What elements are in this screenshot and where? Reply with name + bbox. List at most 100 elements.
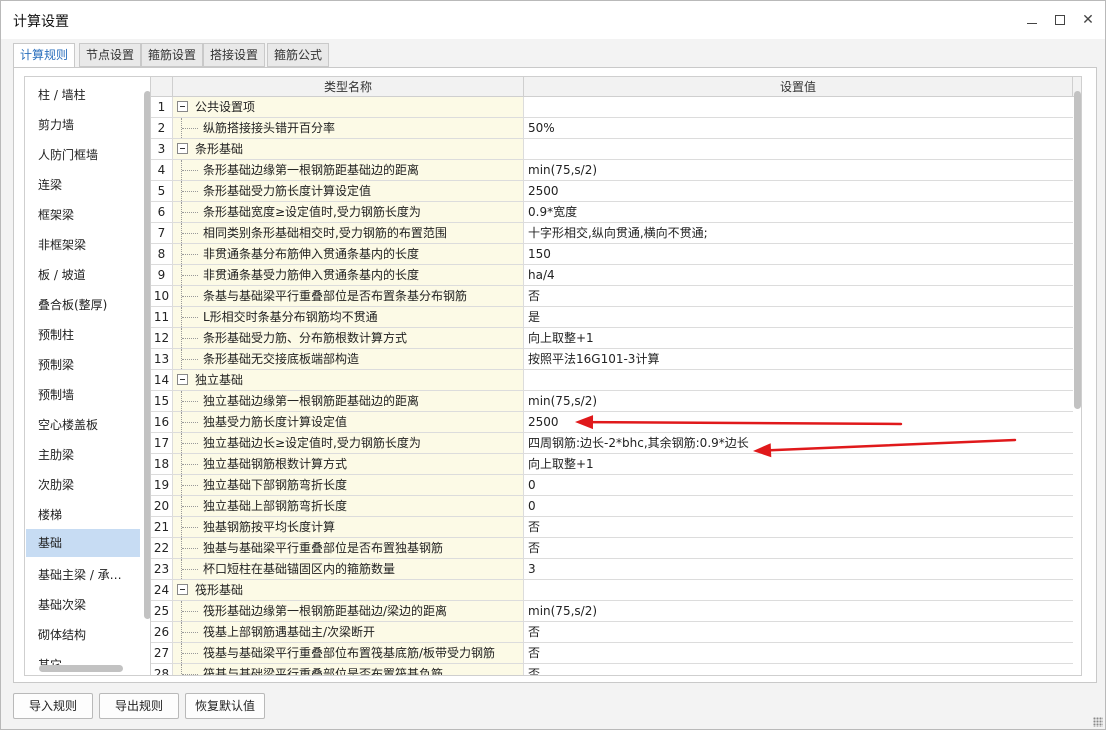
list-item[interactable]: 柱 / 墙柱	[26, 81, 140, 109]
list-item[interactable]: 板 / 坡道	[26, 261, 140, 289]
table-row[interactable]: 11 L形相交时条基分布钢筋均不贯通 是	[151, 307, 1073, 328]
row-setting-value[interactable]	[524, 139, 1073, 159]
row-setting-value[interactable]: 2500	[524, 412, 1073, 432]
row-setting-value[interactable]: 0	[524, 496, 1073, 516]
list-item[interactable]: 人防门框墙	[26, 141, 140, 169]
row-setting-value[interactable]	[524, 580, 1073, 600]
table-row[interactable]: 27 筏基与基础梁平行重叠部位布置筏基底筋/板带受力钢筋 否	[151, 643, 1073, 664]
list-item[interactable]: 基础主梁 / 承…	[26, 561, 140, 589]
row-setting-value[interactable]: 2500	[524, 181, 1073, 201]
table-row[interactable]: 15 独立基础边缘第一根钢筋距基础边的距离 min(75,s/2)	[151, 391, 1073, 412]
list-item[interactable]: 预制柱	[26, 321, 140, 349]
list-item[interactable]: 剪力墙	[26, 111, 140, 139]
row-setting-value[interactable]: 四周钢筋:边长-2*bhc,其余钢筋:0.9*边长	[524, 433, 1073, 453]
table-row[interactable]: 4 条形基础边缘第一根钢筋距基础边的距离 min(75,s/2)	[151, 160, 1073, 181]
table-row[interactable]: 12 条形基础受力筋、分布筋根数计算方式 向上取整+1	[151, 328, 1073, 349]
list-item[interactable]: 叠合板(整厚)	[26, 291, 140, 319]
table-row[interactable]: 17 独立基础边长≥设定值时,受力钢筋长度为 四周钢筋:边长-2*bhc,其余钢筋:…	[151, 433, 1073, 454]
tab-stirrup-formula[interactable]: 箍筋公式	[267, 43, 330, 67]
collapse-icon[interactable]	[177, 374, 188, 385]
collapse-icon[interactable]	[177, 584, 188, 595]
row-setting-value[interactable]: 否	[524, 664, 1073, 675]
list-item-selected[interactable]: 基础	[26, 529, 140, 557]
list-horizontal-scrollbar[interactable]	[39, 665, 123, 672]
table-row[interactable]: 23 杯口短柱在基础锚固区内的箍筋数量 3	[151, 559, 1073, 580]
row-setting-value[interactable]: 十字形相交,纵向贯通,横向不贯通;	[524, 223, 1073, 243]
row-type-name: 独立基础下部钢筋弯折长度	[173, 475, 524, 495]
list-item[interactable]: 楼梯	[26, 501, 140, 529]
row-setting-value[interactable]: 否	[524, 643, 1073, 663]
table-row[interactable]: 10 条基与基础梁平行重叠部位是否布置条基分布钢筋 否	[151, 286, 1073, 307]
group-row[interactable]: 3 条形基础	[151, 139, 1073, 160]
row-setting-value[interactable]: ha/4	[524, 265, 1073, 285]
export-rules-button[interactable]: 导出规则	[99, 693, 179, 719]
row-setting-value[interactable]: 否	[524, 286, 1073, 306]
row-setting-value[interactable]: min(75,s/2)	[524, 601, 1073, 621]
row-type-name-text: 筏基与基础梁平行重叠部位布置筏基底筋/板带受力钢筋	[203, 646, 496, 660]
table-row[interactable]: 16 独基受力筋长度计算设定值 2500	[151, 412, 1073, 433]
table-row[interactable]: 7 相同类别条形基础相交时,受力钢筋的布置范围 十字形相交,纵向贯通,横向不贯通;	[151, 223, 1073, 244]
row-setting-value[interactable]: 0.9*宽度	[524, 202, 1073, 222]
group-row[interactable]: 24 筏形基础	[151, 580, 1073, 601]
list-item[interactable]: 连梁	[26, 171, 140, 199]
table-row[interactable]: 21 独基钢筋按平均长度计算 否	[151, 517, 1073, 538]
table-row[interactable]: 6 条形基础宽度≥设定值时,受力钢筋长度为 0.9*宽度	[151, 202, 1073, 223]
table-row[interactable]: 8 非贯通条基分布筋伸入贯通条基内的长度 150	[151, 244, 1073, 265]
row-number: 9	[151, 265, 173, 285]
table-row[interactable]: 13 条形基础无交接底板端部构造 按照平法16G101-3计算	[151, 349, 1073, 370]
row-setting-value[interactable]: 否	[524, 622, 1073, 642]
row-setting-value[interactable]: 是	[524, 307, 1073, 327]
list-item[interactable]: 基础次梁	[26, 591, 140, 619]
collapse-icon[interactable]	[177, 143, 188, 154]
list-item[interactable]: 空心楼盖板	[26, 411, 140, 439]
row-setting-value[interactable]: 向上取整+1	[524, 454, 1073, 474]
table-row[interactable]: 5 条形基础受力筋长度计算设定值 2500	[151, 181, 1073, 202]
restore-defaults-button[interactable]: 恢复默认值	[185, 693, 265, 719]
grid-vertical-scrollbar[interactable]	[1074, 91, 1081, 409]
table-row[interactable]: 2 纵筋搭接接头错开百分率 50%	[151, 118, 1073, 139]
row-number: 27	[151, 643, 173, 663]
table-row[interactable]: 28 筏基与基础梁平行重叠部位是否布置筏基负筋 否	[151, 664, 1073, 675]
maximize-button[interactable]	[1049, 9, 1071, 31]
close-button[interactable]: ✕	[1077, 9, 1099, 31]
list-item[interactable]: 其它	[26, 651, 140, 665]
row-type-name: 杯口短柱在基础锚固区内的箍筋数量	[173, 559, 524, 579]
table-row[interactable]: 25 筏形基础边缘第一根钢筋距基础边/梁边的距离 min(75,s/2)	[151, 601, 1073, 622]
list-item[interactable]: 预制梁	[26, 351, 140, 379]
tab-calc-rules[interactable]: 计算规则	[13, 43, 76, 68]
row-setting-value[interactable]: 0	[524, 475, 1073, 495]
row-setting-value[interactable]: min(75,s/2)	[524, 160, 1073, 180]
list-item[interactable]: 预制墙	[26, 381, 140, 409]
list-item[interactable]: 次肋梁	[26, 471, 140, 499]
group-row[interactable]: 1 公共设置项	[151, 97, 1073, 118]
table-row[interactable]: 20 独立基础上部钢筋弯折长度 0	[151, 496, 1073, 517]
minimize-button[interactable]	[1021, 9, 1043, 31]
tab-lap-settings[interactable]: 搭接设置	[203, 43, 266, 67]
row-setting-value[interactable]: 否	[524, 538, 1073, 558]
row-setting-value[interactable]: 否	[524, 517, 1073, 537]
row-setting-value[interactable]: 3	[524, 559, 1073, 579]
row-setting-value[interactable]: 50%	[524, 118, 1073, 138]
table-row[interactable]: 26 筏基上部钢筋遇基础主/次梁断开 否	[151, 622, 1073, 643]
row-number: 10	[151, 286, 173, 306]
table-row[interactable]: 22 独基与基础梁平行重叠部位是否布置独基钢筋 否	[151, 538, 1073, 559]
row-setting-value[interactable]	[524, 97, 1073, 117]
group-row[interactable]: 14 独立基础	[151, 370, 1073, 391]
tab-node-settings[interactable]: 节点设置	[79, 43, 142, 67]
row-setting-value[interactable]	[524, 370, 1073, 390]
table-row[interactable]: 18 独立基础钢筋根数计算方式 向上取整+1	[151, 454, 1073, 475]
list-item[interactable]: 框架梁	[26, 201, 140, 229]
table-row[interactable]: 9 非贯通条基受力筋伸入贯通条基内的长度 ha/4	[151, 265, 1073, 286]
import-rules-button[interactable]: 导入规则	[13, 693, 93, 719]
tab-stirrup-settings[interactable]: 箍筋设置	[141, 43, 204, 67]
list-item[interactable]: 非框架梁	[26, 231, 140, 259]
resize-grip-icon[interactable]	[1093, 717, 1103, 727]
list-item[interactable]: 主肋梁	[26, 441, 140, 469]
list-item[interactable]: 砌体结构	[26, 621, 140, 649]
row-setting-value[interactable]: 向上取整+1	[524, 328, 1073, 348]
collapse-icon[interactable]	[177, 101, 188, 112]
row-setting-value[interactable]: 150	[524, 244, 1073, 264]
table-row[interactable]: 19 独立基础下部钢筋弯折长度 0	[151, 475, 1073, 496]
row-setting-value[interactable]: 按照平法16G101-3计算	[524, 349, 1073, 369]
row-setting-value[interactable]: min(75,s/2)	[524, 391, 1073, 411]
